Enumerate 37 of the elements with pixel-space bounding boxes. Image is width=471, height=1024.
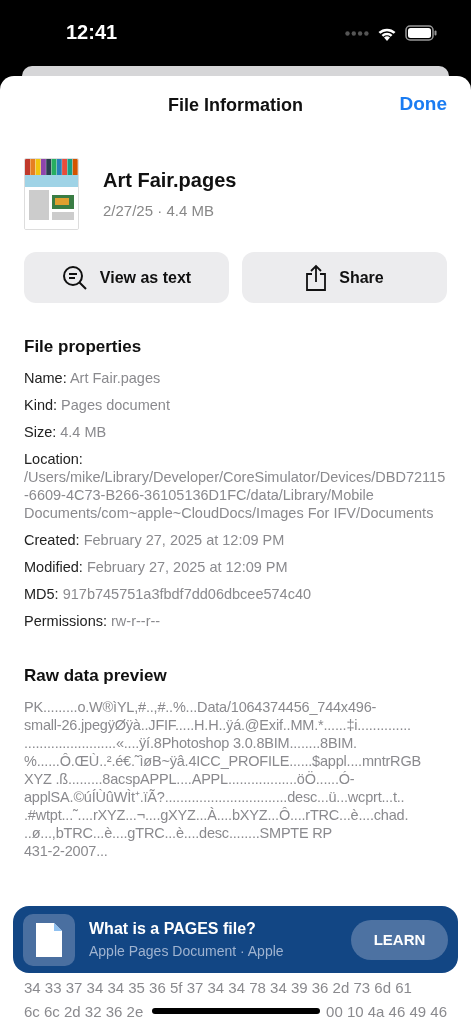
- share-button[interactable]: Share: [242, 252, 447, 303]
- done-button[interactable]: Done: [399, 93, 447, 115]
- property-row-text: Size: 4.4 MB: [24, 423, 108, 441]
- raw-data-line: XYZ .ß.........8acspAPPL....APPL..................öÖ......Ó-: [24, 770, 356, 788]
- raw-data-line: %......Ô.ŒÙ..².é€.˜ìøB~ÿâ.4ICC_PROFILE......$appl....mntrRGB: [24, 752, 422, 770]
- sheet-title: File Information: [168, 94, 303, 116]
- share-icon: [305, 263, 328, 292]
- raw-data-line: 431-2-2007...: [24, 842, 109, 860]
- raw-data-line: ........................«....ÿí.8Photoshop 3.0.8BIM........8BIM.: [24, 734, 358, 752]
- hex-text: 34 33 37 34 34 35 36 5f 37 34 34 78 34 39 36 2d 73 6d 61: [24, 978, 412, 996]
- property-row: Location: /Users/mike/Library/Developer/CoreSimulator/Devices/DBD72115-6609-4C73-B266-36105136D1FC/data/Library/Mobile Documents/com~apple~CloudDocs/Images For IFV/Documents: [24, 450, 447, 522]
- view-as-text-button[interactable]: View as text: [24, 252, 229, 303]
- learn-button[interactable]: LEARN: [351, 919, 448, 960]
- property-row-text: Created: February 27, 2025 at 12:09 PM: [24, 531, 286, 549]
- hex-text: 00 10 4a 46 49 46: [326, 1002, 447, 1020]
- property-row-text: Permissions: rw-r--r--: [24, 612, 162, 630]
- raw-data-line: applSA.©úÍÙûWÌt⁺.ïÃ?................................desc...ü...wcprt...t..: [24, 788, 406, 806]
- property-row-text: Modified: February 27, 2025 at 12:09 PM: [24, 558, 289, 576]
- property-row-text: Kind: Pages document: [24, 396, 171, 414]
- banner-subtitle: Apple Pages Document · Apple: [89, 943, 285, 959]
- document-icon: [36, 922, 62, 957]
- property-row-text: Name: Art Fair.pages: [24, 369, 162, 387]
- raw-data-line: small-26.jpegÿØÿà..JFIF.....H.H..ÿá.@Exif..MM.*......‡i..............: [24, 716, 412, 734]
- status-time: 12:41: [66, 20, 118, 44]
- battery-icon: [405, 25, 437, 41]
- section-heading: Raw data preview: [24, 666, 168, 686]
- raw-data-line: ..ø...,bTRC...è....gTRC...è....desc........SMPTE RP: [24, 824, 334, 842]
- section-heading: File properties: [24, 337, 143, 357]
- raw-data-line: PK.........o.W®ìYL,#..,#..%...Data/1064374456_744x496-: [24, 698, 378, 716]
- file-name: Art Fair.pages: [103, 169, 237, 192]
- search-icon: [61, 264, 88, 291]
- signal-icon: [345, 30, 369, 36]
- file-meta: 2/27/25 · 4.4 MB: [103, 202, 215, 219]
- hex-text: 6c 6c 2d 32 36 2e: [24, 1002, 144, 1020]
- banner-title: What is a PAGES file?: [89, 920, 257, 938]
- property-row-text: MD5: 917b745751a3fbdf7dd06dbcee574c40: [24, 585, 313, 603]
- raw-data-line: .#wtpt...˜....rXYZ...¬....gXYZ...À....bXYZ...Ô....rTRC...è....chad.: [24, 806, 410, 824]
